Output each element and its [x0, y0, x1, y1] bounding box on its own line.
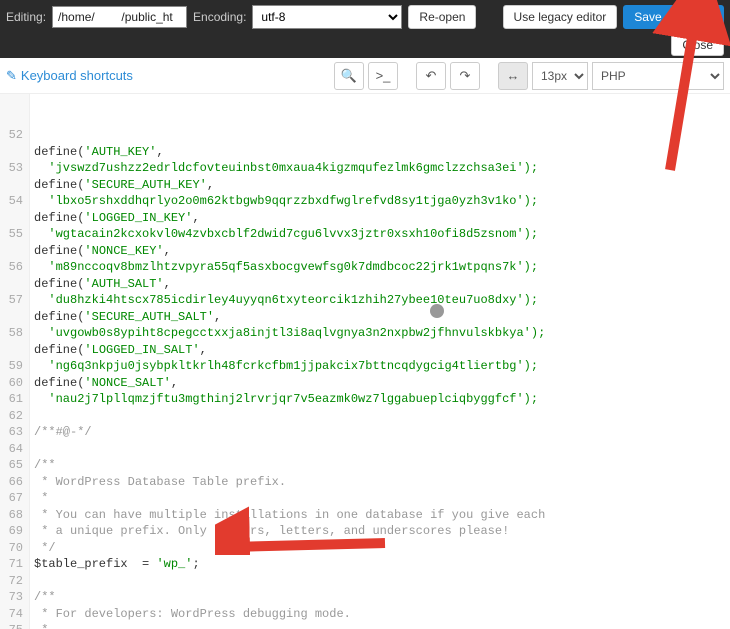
topbar-row2: Close — [0, 34, 730, 58]
editing-label: Editing: — [6, 10, 46, 24]
edit-icon: ✎ — [6, 68, 17, 84]
save-changes-button[interactable]: Save Changes — [623, 5, 724, 29]
search-button[interactable]: 🔍 — [334, 62, 364, 90]
keyboard-shortcuts-link[interactable]: ✎ Keyboard shortcuts — [6, 68, 133, 84]
topbar: Editing: Encoding: utf-8 Re-open Use leg… — [0, 0, 730, 34]
reopen-button[interactable]: Re-open — [408, 5, 476, 29]
legacy-editor-button[interactable]: Use legacy editor — [503, 5, 618, 29]
editing-path-input[interactable] — [52, 6, 187, 28]
close-button[interactable]: Close — [671, 34, 724, 56]
undo-icon: ↶ — [426, 68, 437, 84]
code-area[interactable]: define('AUTH_KEY', 'jvswzd7ushzz2edrldcf… — [30, 94, 730, 629]
wrap-button[interactable]: ↔ — [498, 62, 528, 90]
terminal-button[interactable]: >_ — [368, 62, 398, 90]
encoding-label: Encoding: — [193, 10, 246, 24]
redo-button[interactable]: ↷ — [450, 62, 480, 90]
cursor-dot — [430, 304, 444, 318]
redo-icon: ↷ — [460, 68, 471, 84]
terminal-icon: >_ — [376, 68, 391, 83]
language-select[interactable]: PHP — [592, 62, 724, 90]
toolbar: ✎ Keyboard shortcuts 🔍 >_ ↶ ↷ ↔ 13px PHP — [0, 58, 730, 94]
gutter: 5253545556575859606162636465666768697071… — [0, 94, 30, 629]
encoding-select[interactable]: utf-8 — [252, 5, 402, 29]
wrap-icon: ↔ — [507, 68, 520, 83]
search-icon: 🔍 — [341, 68, 357, 84]
code-editor[interactable]: 5253545556575859606162636465666768697071… — [0, 94, 730, 629]
undo-button[interactable]: ↶ — [416, 62, 446, 90]
font-size-select[interactable]: 13px — [532, 62, 588, 90]
